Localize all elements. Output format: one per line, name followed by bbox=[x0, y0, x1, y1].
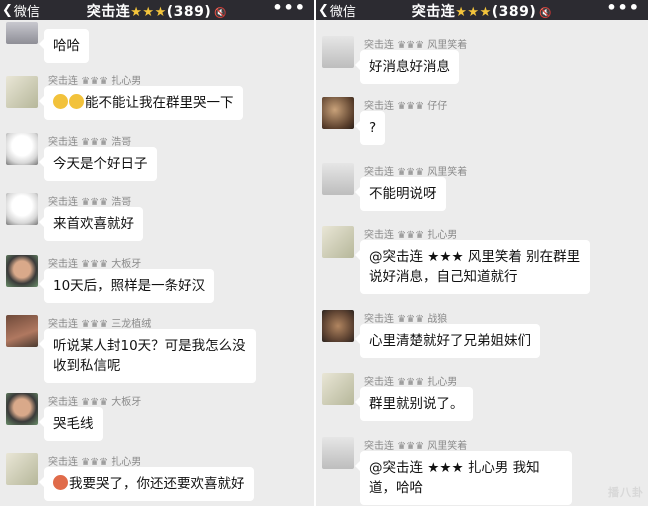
cry-emoji-icon bbox=[53, 94, 68, 109]
avatar[interactable] bbox=[6, 453, 38, 485]
avatar[interactable] bbox=[322, 310, 354, 342]
message-bubble: @突击连 ★★★ 风里笑着 别在群里说好消息，自己知道就行 bbox=[355, 240, 590, 294]
cry-emoji-icon bbox=[69, 94, 84, 109]
chat-header: ❮ 微信 突击连★★★(389) 🔇 ••• bbox=[316, 0, 648, 20]
message-bubble: 来首欢喜就好 bbox=[39, 207, 143, 241]
right-chat-screenshot: ❮ 微信 突击连★★★(389) 🔇 ••• 突击连 ♛♛♛ 风里笑着 好消息好消… bbox=[316, 0, 648, 506]
avatar[interactable] bbox=[322, 226, 354, 258]
avatar[interactable] bbox=[6, 76, 38, 108]
sender-name: 突击连 ♛♛♛ 大板牙 bbox=[48, 397, 142, 408]
message-bubble: 我要哭了，你还还要欢喜就好 bbox=[39, 467, 254, 501]
member-count: (389) bbox=[491, 4, 537, 20]
message-bubble: 好消息好消息 bbox=[355, 50, 459, 84]
mute-icon: 🔇 bbox=[539, 8, 553, 19]
sender-name: 突击连 ♛♛♛ 仔仔 bbox=[364, 101, 448, 112]
avatar[interactable] bbox=[322, 36, 354, 68]
message-bubble: 哈哈 bbox=[39, 29, 89, 63]
message-bubble: 今天是个好日子 bbox=[39, 147, 157, 181]
avatar[interactable] bbox=[6, 393, 38, 425]
sender-name: 突击连 ♛♛♛ 浩哥 bbox=[48, 137, 132, 148]
message-bubble: 心里清楚就好了兄弟姐妹们 bbox=[355, 324, 540, 358]
sender-name: 突击连 ♛♛♛ 三龙植绒 bbox=[48, 319, 152, 330]
chat-title: 突击连★★★(389) 🔇 bbox=[316, 1, 648, 21]
mute-icon: 🔇 bbox=[214, 8, 228, 19]
sender-name: 突击连 ♛♛♛ 风里笑着 bbox=[364, 441, 468, 452]
message-bubble: 10天后，照样是一条好汉 bbox=[38, 269, 215, 303]
avatar[interactable] bbox=[322, 437, 354, 469]
more-icon[interactable]: ••• bbox=[606, 0, 640, 17]
sender-name: 突击连 ♛♛♛ 扎心男 bbox=[364, 230, 458, 241]
avatar[interactable] bbox=[6, 193, 38, 225]
message-text: 我要哭了，你还还要欢喜就好 bbox=[69, 476, 245, 492]
sender-name: 突击连 ♛♛♛ 大板牙 bbox=[48, 259, 142, 270]
message-text: 能不能让我在群里哭一下 bbox=[85, 95, 234, 111]
group-name: 突击连 bbox=[86, 4, 131, 20]
crying-face-icon bbox=[53, 475, 68, 490]
chat-title: 突击连★★★(389) 🔇 bbox=[0, 1, 314, 21]
sender-name: 突击连 ♛♛♛ 风里笑着 bbox=[364, 40, 468, 51]
avatar[interactable] bbox=[6, 255, 38, 287]
message-bubble: 听说某人封10天？可是我怎么没收到私信呢 bbox=[39, 329, 256, 383]
chat-header: ❮ 微信 突击连★★★(389) 🔇 ••• bbox=[0, 0, 314, 20]
stars-icon: ★★★ bbox=[455, 5, 492, 20]
more-icon[interactable]: ••• bbox=[272, 0, 306, 17]
message-bubble: @突击连 ★★★ 扎心男 我知道，哈哈 bbox=[355, 451, 572, 505]
message-bubble: 群里就别说了。 bbox=[355, 387, 473, 421]
watermark: 播八卦 bbox=[608, 486, 644, 499]
message-bubble: 能不能让我在群里哭一下 bbox=[39, 86, 243, 120]
stars-icon: ★★★ bbox=[130, 5, 167, 20]
message-bubble: 哭毛线 bbox=[39, 407, 103, 441]
avatar[interactable] bbox=[322, 97, 354, 129]
member-count: (389) bbox=[166, 4, 212, 20]
sender-name: 突击连 ♛♛♛ 扎心男 bbox=[48, 457, 142, 468]
sender-name: 突击连 ♛♛♛ 风里笑着 bbox=[364, 167, 468, 178]
message-bubble: ? bbox=[354, 111, 386, 145]
sender-name: 突击连 ♛♛♛ 扎心男 bbox=[364, 377, 458, 388]
sender-name: 突击连 ♛♛♛ 浩哥 bbox=[48, 197, 132, 208]
message-bubble: 不能明说呀 bbox=[355, 177, 446, 211]
avatar[interactable] bbox=[6, 22, 38, 44]
avatar[interactable] bbox=[322, 373, 354, 405]
avatar[interactable] bbox=[6, 315, 38, 347]
avatar[interactable] bbox=[6, 133, 38, 165]
left-chat-screenshot: ❮ 微信 突击连★★★(389) 🔇 ••• 哈哈 突击连 ♛♛♛ 扎心男 能不能… bbox=[0, 0, 314, 506]
sender-name: 突击连 ♛♛♛ 战狼 bbox=[364, 314, 448, 325]
group-name: 突击连 bbox=[411, 4, 456, 20]
sender-name: 突击连 ♛♛♛ 扎心男 bbox=[48, 76, 142, 87]
avatar[interactable] bbox=[322, 163, 354, 195]
